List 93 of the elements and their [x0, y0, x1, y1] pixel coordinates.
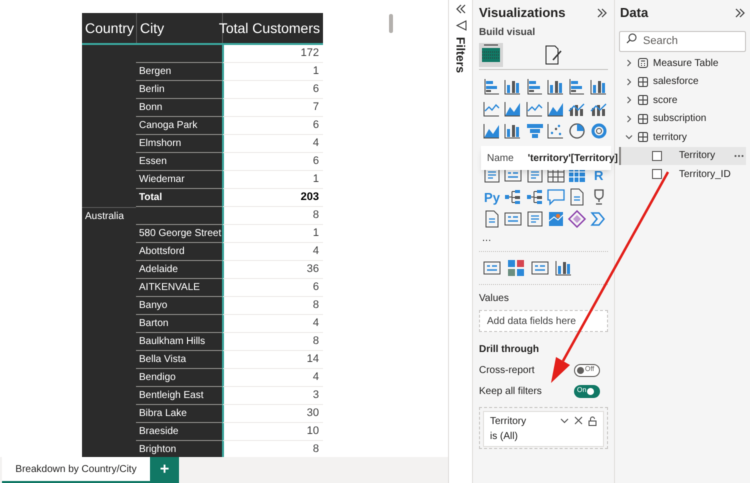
table-visual-button[interactable]: [479, 42, 503, 66]
column-header[interactable]: Country: [82, 13, 136, 43]
lock-icon[interactable]: [588, 416, 597, 426]
tree-item[interactable]: salesforce: [653, 74, 699, 90]
slicer-icon[interactable]: [524, 209, 545, 229]
more-visuals-button[interactable]: ...: [479, 231, 492, 245]
table-cell: 10: [222, 423, 323, 441]
scatter-chart-icon[interactable]: [546, 121, 566, 141]
table-cell: 7: [222, 99, 323, 117]
table-cell: 1: [222, 63, 323, 81]
table-cell: 8: [222, 333, 323, 351]
table-cell: 8: [222, 297, 323, 315]
tooltip-value: 'territory'[Territory]: [528, 152, 618, 166]
checkbox[interactable]: [652, 169, 662, 180]
toggle-label: Keep all filters: [479, 385, 542, 399]
column-chart-icon[interactable]: [588, 77, 609, 97]
scrollbar-thumb[interactable]: [389, 14, 393, 33]
tree-item[interactable]: score: [653, 92, 678, 108]
tree-item[interactable]: Measure Table: [653, 56, 718, 71]
chevron-right-icon[interactable]: [625, 59, 633, 68]
table-cell: 1: [222, 225, 323, 243]
tree-item[interactable]: territory: [653, 130, 687, 145]
add-page-button[interactable]: +: [150, 457, 179, 483]
bar-chart-icon[interactable]: [482, 77, 502, 97]
table-cell: 3: [222, 387, 323, 405]
tree-chart-icon[interactable]: [524, 187, 545, 207]
filter-field: Territory: [490, 414, 526, 429]
squares-icon[interactable]: [506, 258, 526, 278]
table-cell: 4: [222, 315, 323, 333]
filter-icon: [454, 20, 466, 31]
table-cell: 4: [222, 369, 323, 387]
table-cell: 8: [222, 207, 323, 225]
filter-condition: is (All): [490, 430, 519, 444]
chevron-right-icon[interactable]: [625, 96, 633, 104]
area-chart-icon[interactable]: [546, 99, 566, 119]
page-tab[interactable]: Breakdown by Country/City: [2, 457, 150, 483]
checkbox[interactable]: [652, 150, 662, 161]
line-chart-icon[interactable]: [482, 99, 502, 119]
section-title: Drill through: [479, 343, 540, 357]
chevron-down-icon[interactable]: [625, 133, 633, 142]
table-cell: 8: [222, 441, 323, 457]
field-label: Territory: [679, 149, 716, 164]
section-label: Values: [479, 292, 510, 306]
table-cell: 6: [222, 117, 323, 135]
close-icon[interactable]: [574, 416, 583, 425]
table-cell: 30: [222, 405, 323, 423]
field-row[interactable]: Territory: [619, 146, 746, 165]
table-cell: 6: [222, 81, 323, 99]
more-options-icon[interactable]: [734, 154, 744, 158]
expand-icon[interactable]: [734, 8, 746, 18]
pane-title: Visualizations: [479, 4, 566, 22]
donut-chart-icon[interactable]: [588, 121, 609, 141]
section-label: Build visual: [479, 26, 536, 40]
tree-item[interactable]: subscription: [653, 111, 706, 126]
chevron-down-icon[interactable]: [560, 416, 569, 425]
table-cell: 203: [222, 189, 323, 207]
drop-field[interactable]: Add data fields here: [479, 310, 608, 332]
pane-title[interactable]: Filters: [452, 37, 470, 74]
table-cell: 6: [222, 153, 323, 171]
table-cell: 1: [222, 171, 323, 189]
column-chart-icon[interactable]: [546, 77, 566, 97]
column-header[interactable]: City: [136, 13, 222, 43]
table-cell: 6: [222, 279, 323, 297]
calculator-icon: [637, 57, 649, 70]
table-icon: [637, 131, 649, 144]
chevron-right-icon[interactable]: [625, 114, 633, 123]
table-icon: [637, 112, 649, 125]
filter-card[interactable]: Territory is (All): [483, 411, 604, 447]
table-cell: 14: [222, 351, 323, 369]
line-chart-icon[interactable]: [524, 99, 545, 119]
table-cell: 4: [222, 135, 323, 153]
table-cell: 172: [222, 45, 323, 63]
search-icon: [626, 33, 637, 44]
tooltip-label: Name: [487, 152, 514, 166]
map-icon[interactable]: [546, 209, 566, 229]
pane-title: Data: [620, 4, 648, 22]
column-chart-icon[interactable]: [554, 258, 574, 278]
table-cell: 36: [222, 261, 323, 279]
collapse-icon[interactable]: [454, 4, 466, 14]
diamond-icon[interactable]: [567, 209, 588, 229]
funnel-chart-icon[interactable]: [524, 121, 545, 141]
table-cell: 4: [222, 243, 323, 261]
area-chart-icon[interactable]: [482, 121, 502, 141]
expand-icon[interactable]: [596, 8, 608, 18]
bar-chart-icon[interactable]: [524, 77, 545, 97]
chevron-right-icon[interactable]: [625, 78, 633, 86]
search-field[interactable]: Search: [619, 30, 746, 52]
field-row[interactable]: Territory_ID: [619, 165, 746, 184]
toggle-label: Cross-report: [479, 364, 535, 378]
field-label: Territory_ID: [679, 168, 732, 182]
pie-chart-icon[interactable]: [567, 121, 588, 141]
table-icon: [637, 76, 649, 88]
table-icon: [637, 94, 649, 106]
